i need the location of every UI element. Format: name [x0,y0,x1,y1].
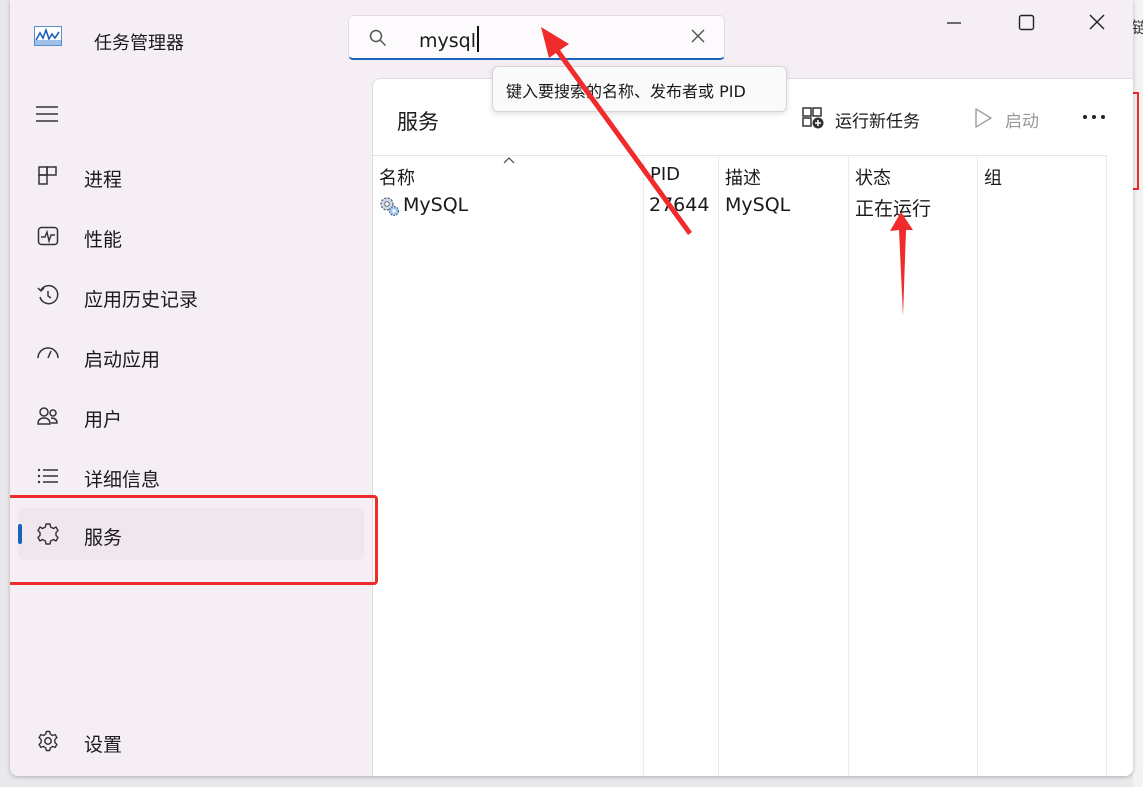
search-tooltip: 键入要搜索的名称、发布者或 PID [492,66,787,112]
more-options-icon[interactable] [1079,105,1109,129]
services-table: 名称 PID 描述 状态 组 MySQL 27644 MySQL 正在运行 [373,155,1107,776]
sidebar-item-label: 性能 [84,229,123,251]
details-icon [37,468,58,484]
play-icon [975,108,992,128]
task-manager-app-icon [34,26,62,46]
run-new-task-icon [802,107,824,129]
app-history-icon [37,284,59,305]
column-divider [977,156,978,776]
window-title: 任务管理器 [94,33,184,54]
text-caret [477,26,479,52]
search-value[interactable]: mysql [419,26,479,52]
background-window-text: 链 [1132,18,1143,37]
row-description-cell: MySQL [725,194,791,216]
column-header-status[interactable]: 状态 [855,164,891,190]
start-service-button[interactable]: 启动 [971,104,1061,134]
sidebar-nav: 进程 性能 应用历史记录 启动应用 用户 详细信息 服务 设置 [10,80,372,776]
background-annotation-box [1133,92,1139,190]
close-button[interactable] [1077,8,1117,38]
run-new-task-button[interactable]: 运行新任务 [801,104,931,134]
sidebar-item-label: 设置 [84,734,123,756]
column-header-description[interactable]: 描述 [725,164,761,190]
sidebar-item-users[interactable]: 用户 [18,390,364,442]
sort-ascending-icon [503,157,515,164]
service-gears-icon [380,197,400,217]
search-icon [369,29,387,47]
column-divider [1106,156,1107,776]
sidebar-item-label: 进程 [84,169,123,191]
column-divider [718,156,719,776]
startup-apps-icon [37,347,59,359]
search-input[interactable]: mysql [348,15,725,60]
column-header-name[interactable]: 名称 [379,164,415,190]
services-highlight-box [10,495,378,585]
settings-gear-icon [38,730,58,752]
processes-icon [38,166,57,185]
sidebar-item-startup-apps[interactable]: 启动应用 [18,330,364,382]
hamburger-menu-icon[interactable] [36,105,58,123]
sidebar-item-settings[interactable]: 设置 [18,715,364,767]
run-new-task-label: 运行新任务 [835,112,920,132]
services-panel: 服务 运行新任务 启动 名称 PID 描述 状态 组 MySQL 27644 M… [372,78,1133,776]
sidebar-item-performance[interactable]: 性能 [18,210,364,262]
column-divider [848,156,849,776]
task-manager-window: 任务管理器 mysql 进程 性能 应用历史记录 启动应用 用户 详细信息 服务… [10,0,1133,776]
sidebar-item-label: 应用历史记录 [84,289,199,311]
row-pid-cell: 27644 [649,194,710,216]
column-header-pid[interactable]: PID [650,164,680,185]
sidebar-item-app-history[interactable]: 应用历史记录 [18,270,364,322]
column-header-group[interactable]: 组 [984,164,1002,190]
column-divider [643,156,644,776]
sidebar-item-label: 详细信息 [84,469,161,491]
performance-icon [37,226,59,246]
maximize-button[interactable] [1006,8,1046,38]
clear-search-icon[interactable] [690,28,706,44]
page-title: 服务 [397,110,439,134]
sidebar-item-label: 用户 [84,409,123,431]
minimize-button[interactable] [934,8,974,38]
start-service-label: 启动 [1005,112,1039,132]
sidebar-item-label: 启动应用 [84,349,161,371]
users-icon [37,407,58,425]
sidebar-item-processes[interactable]: 进程 [18,150,364,202]
row-name-cell[interactable]: MySQL [403,194,468,216]
row-status-cell: 正在运行 [855,198,932,220]
